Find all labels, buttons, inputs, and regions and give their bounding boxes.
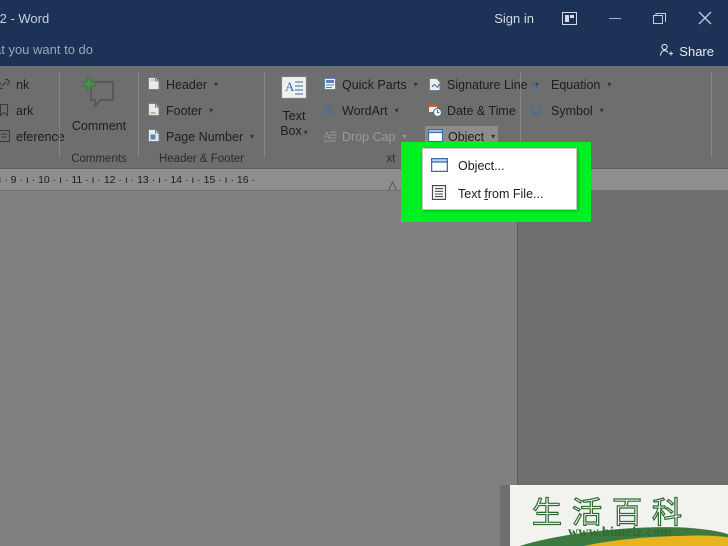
text-box-label-line1: Text xyxy=(283,109,306,123)
ribbon-item-wordart-label: WordArt xyxy=(342,104,388,118)
ribbon-item-cross-reference[interactable]: eference xyxy=(0,126,68,148)
minimize-icon[interactable] xyxy=(592,0,637,36)
share-label: Share xyxy=(679,44,714,59)
title-bar: t2 - Word Sign in xyxy=(0,0,728,36)
watermark: 生活百科 www.bimeiz.com xyxy=(500,485,728,546)
ribbon-group-label-comments: Comments xyxy=(60,153,138,165)
new-comment-button[interactable]: Comment xyxy=(68,74,130,134)
ribbon-item-date-time[interactable]: Date & Time xyxy=(425,100,519,122)
window-controls: Sign in xyxy=(481,0,728,36)
chevron-down-icon: ▾ xyxy=(600,107,604,115)
ribbon-item-wordart[interactable]: A WordArt ▾ xyxy=(320,100,402,122)
chevron-down-icon: ▾ xyxy=(491,133,495,141)
signature-line-icon xyxy=(428,77,442,94)
text-box-icon: A xyxy=(277,72,311,109)
page-number-icon xyxy=(147,128,161,146)
watermark-url: www.bimeiz.com xyxy=(568,525,672,541)
object-dropdown-menu: Object... Text from File... xyxy=(422,148,577,210)
chevron-down-icon: ▾ xyxy=(403,133,407,141)
menu-item-object-label: Object... xyxy=(458,159,505,173)
ribbon-item-date-time-label: Date & Time xyxy=(447,104,516,118)
ribbon-item-bookmark[interactable]: ark xyxy=(0,100,36,122)
svg-text:A: A xyxy=(323,104,333,117)
object-icon xyxy=(431,158,448,175)
ribbon-item-quick-parts[interactable]: Quick Parts ▾ xyxy=(320,74,421,96)
ribbon-item-symbol[interactable]: Ω Symbol ▾ xyxy=(527,100,607,122)
header-icon xyxy=(147,76,161,94)
ribbon-item-link-label: nk xyxy=(16,78,29,92)
ribbon-item-equation[interactable]: π Equation ▾ xyxy=(527,74,614,96)
ribbon-item-cross-reference-label: eference xyxy=(16,130,65,144)
close-icon[interactable] xyxy=(682,0,728,36)
svg-text:A: A xyxy=(323,130,331,142)
chevron-down-icon: ▾ xyxy=(607,81,611,89)
ribbon-item-footer-label: Footer xyxy=(166,104,202,118)
ribbon-item-equation-label: Equation xyxy=(551,78,600,92)
date-time-icon xyxy=(428,103,442,120)
ribbon-item-quick-parts-label: Quick Parts xyxy=(342,78,407,92)
ribbon-item-page-number-label: Page Number xyxy=(166,130,243,144)
symbol-icon: Ω xyxy=(530,103,546,120)
chevron-down-icon: ▾ xyxy=(250,133,254,141)
cross-reference-icon xyxy=(0,129,11,146)
ribbon-group-links: nk ark eference cs xyxy=(0,66,64,169)
ribbon: nk ark eference cs Comment xyxy=(0,66,728,169)
svg-text:π: π xyxy=(531,78,538,91)
menu-item-object[interactable]: Object... xyxy=(423,152,576,180)
drop-cap-icon: A xyxy=(323,129,337,146)
ribbon-display-options-icon[interactable] xyxy=(547,0,592,36)
share-button[interactable]: Share xyxy=(651,39,722,63)
ribbon-group-label-links: cs xyxy=(0,153,48,165)
text-box-button[interactable]: A Text Box▾ xyxy=(270,72,318,138)
ribbon-item-header-label: Header xyxy=(166,78,207,92)
watermark-left-strip xyxy=(500,485,510,546)
ribbon-item-link[interactable]: nk xyxy=(0,74,32,96)
ribbon-group-header-footer: Header ▾ Footer ▾ Page Number ▾ Header &… xyxy=(139,66,264,169)
link-icon xyxy=(0,77,11,94)
chevron-down-icon: ▾ xyxy=(209,107,213,115)
ribbon-item-drop-cap-label: Drop Cap xyxy=(342,130,396,144)
svg-text:Ω: Ω xyxy=(531,104,541,117)
ribbon-item-drop-cap: A Drop Cap ▾ xyxy=(320,126,410,148)
chevron-down-icon: ▾ xyxy=(414,81,418,89)
tell-me-row: at you want to do Share xyxy=(0,36,728,66)
person-add-icon xyxy=(659,43,674,60)
indent-marker-icon[interactable]: △ xyxy=(388,178,397,191)
menu-item-text-from-file-label: Text from File... xyxy=(458,187,543,201)
footer-icon xyxy=(147,102,161,120)
chevron-down-icon: ▾ xyxy=(304,128,308,137)
window-title: t2 - Word xyxy=(0,11,49,26)
horizontal-ruler[interactable]: · ı · 9 · ı · 10 · ı · 11 · ı · 12 · ı ·… xyxy=(0,169,728,191)
chevron-down-icon: ▾ xyxy=(214,81,218,89)
bookmark-icon xyxy=(0,103,11,120)
sign-in-button[interactable]: Sign in xyxy=(481,0,547,36)
wordart-icon: A xyxy=(323,103,337,120)
chevron-down-icon: ▾ xyxy=(395,107,399,115)
equation-icon: π xyxy=(530,77,546,94)
ribbon-item-header[interactable]: Header ▾ xyxy=(144,74,221,96)
restore-icon[interactable] xyxy=(637,0,682,36)
ribbon-separator xyxy=(711,72,712,157)
svg-text:A: A xyxy=(285,79,295,94)
menu-item-text-from-file[interactable]: Text from File... xyxy=(423,180,576,208)
text-box-label-line2: Box▾ xyxy=(280,124,308,138)
ribbon-item-bookmark-label: ark xyxy=(16,104,33,118)
new-comment-label: Comment xyxy=(72,119,126,133)
document-page[interactable] xyxy=(0,191,518,546)
ruler-tick-labels: · ı · 9 · ı · 10 · ı · 11 · ı · 12 · ı ·… xyxy=(0,169,255,191)
text-from-file-icon xyxy=(431,185,448,203)
ribbon-item-signature-line-label: Signature Line xyxy=(447,78,528,92)
ribbon-group-comments: Comment Comments xyxy=(60,66,138,169)
ribbon-group-label-header-footer: Header & Footer xyxy=(139,153,264,165)
ribbon-item-footer[interactable]: Footer ▾ xyxy=(144,100,216,122)
quick-parts-icon xyxy=(323,77,337,94)
ribbon-item-page-number[interactable]: Page Number ▾ xyxy=(144,126,257,148)
new-comment-icon xyxy=(77,74,121,119)
ribbon-item-symbol-label: Symbol xyxy=(551,104,593,118)
tell-me-input[interactable]: at you want to do xyxy=(0,42,93,57)
